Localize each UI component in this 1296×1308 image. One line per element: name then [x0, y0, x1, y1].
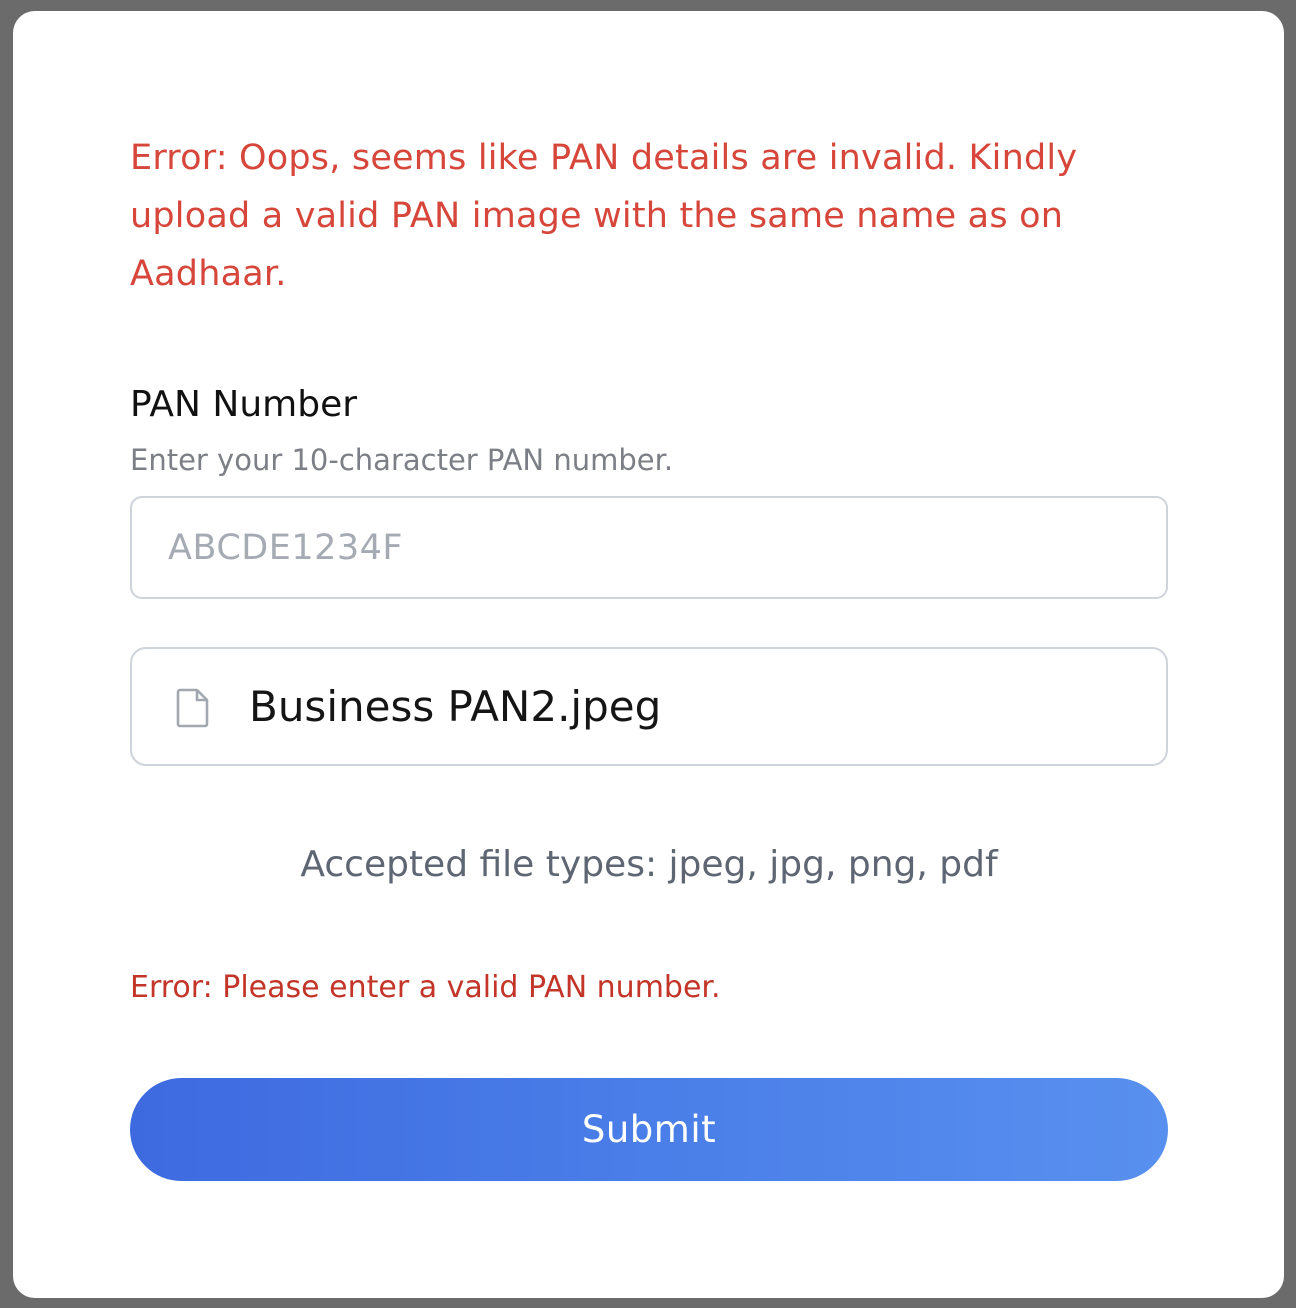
accepted-file-types-text: Accepted file types: jpeg, jpg, png, pdf: [300, 844, 998, 885]
pan-invalid-error-message: Error: Oops, seems like PAN details are …: [130, 138, 1078, 294]
file-icon: [176, 688, 209, 728]
pan-number-helper-text: Enter your 10-character PAN number.: [130, 443, 674, 477]
pan-upload-dialog: Error: Oops, seems like PAN details are …: [13, 11, 1284, 1298]
submit-button[interactable]: Submit: [130, 1078, 1168, 1181]
modal-overlay: Error: Oops, seems like PAN details are …: [0, 0, 1296, 1308]
uploaded-file-name: Business PAN2.jpeg: [249, 682, 662, 731]
pan-number-error-message: Error: Please enter a valid PAN number.: [130, 970, 721, 1005]
pan-number-label: PAN Number: [130, 384, 358, 425]
file-upload-field[interactable]: Business PAN2.jpeg: [130, 647, 1168, 766]
pan-number-input[interactable]: [130, 496, 1168, 599]
